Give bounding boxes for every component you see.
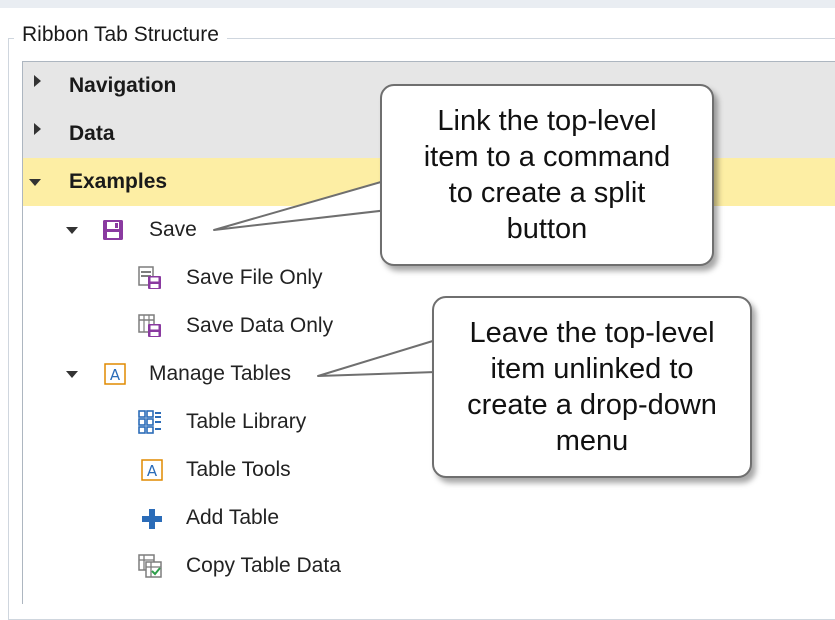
tree-item-label: Save File Only bbox=[186, 266, 323, 289]
table-text-icon: A bbox=[141, 459, 163, 481]
save-data-icon bbox=[138, 314, 161, 337]
callout-drop-down-text: Leave the top-level item unlinked to cre… bbox=[467, 317, 717, 457]
tree-item-label: Table Tools bbox=[186, 458, 291, 481]
tree-item-label: Save Data Only bbox=[186, 314, 334, 337]
save-file-icon bbox=[138, 266, 161, 289]
collapse-arrow-icon[interactable] bbox=[66, 227, 78, 234]
callout-drop-down: Leave the top-level item unlinked to cre… bbox=[432, 296, 752, 478]
copy-table-icon bbox=[138, 554, 162, 578]
expand-arrow-icon[interactable] bbox=[34, 123, 41, 135]
svg-text:A: A bbox=[147, 462, 158, 480]
floppy-disk-icon bbox=[103, 220, 123, 240]
group-title: Ribbon Tab Structure bbox=[14, 20, 227, 50]
tree-item-label: Manage Tables bbox=[149, 362, 292, 385]
tree-item-label: Table Library bbox=[186, 410, 307, 433]
callout-split-button: Link the top-level item to a command to … bbox=[380, 84, 714, 266]
svg-text:A: A bbox=[110, 366, 121, 384]
plus-icon bbox=[142, 509, 162, 529]
collapse-arrow-icon[interactable] bbox=[29, 179, 41, 186]
tree-item-label: Copy Table Data bbox=[186, 554, 341, 577]
tree-item-label: Add Table bbox=[186, 506, 280, 529]
tree-item-label: Examples bbox=[69, 170, 168, 193]
table-text-icon: A bbox=[104, 363, 126, 385]
tree-item-copy-table-data[interactable]: Copy Table Data bbox=[23, 542, 835, 590]
tree-item-label: Data bbox=[69, 122, 115, 145]
tree-item-label: Navigation bbox=[69, 74, 177, 97]
table-grid-icon bbox=[138, 410, 161, 434]
collapse-arrow-icon[interactable] bbox=[66, 371, 78, 378]
expand-arrow-icon[interactable] bbox=[34, 75, 41, 87]
tree-item-label: Save bbox=[149, 218, 197, 241]
window-top-strip bbox=[0, 0, 835, 8]
callout-split-button-text: Link the top-level item to a command to … bbox=[423, 105, 671, 245]
tree-item-add-table[interactable]: Add Table bbox=[23, 494, 835, 542]
